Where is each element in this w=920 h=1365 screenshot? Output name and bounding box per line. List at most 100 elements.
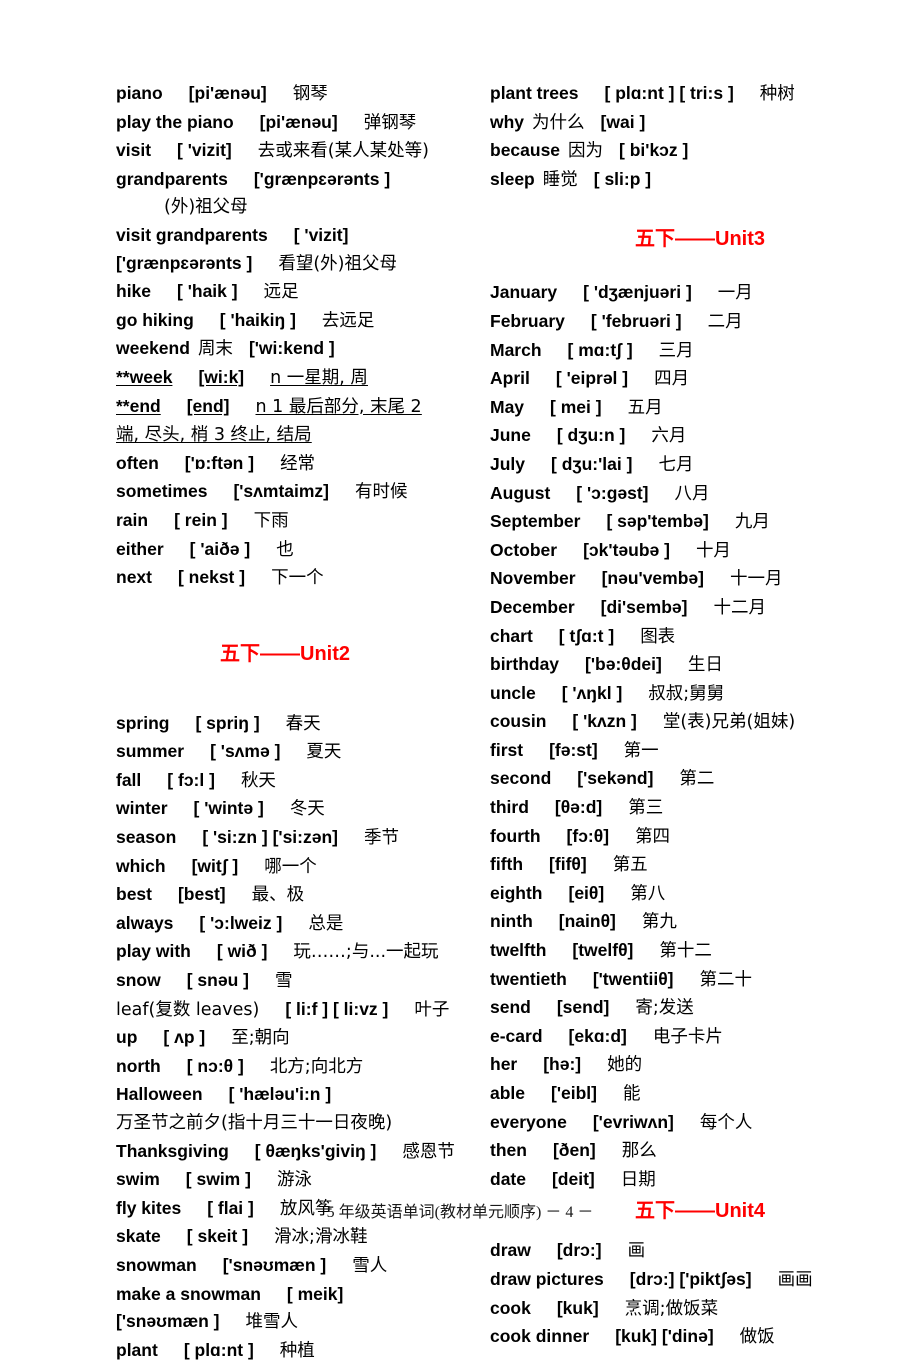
vocab-phonetic: [ səp'tembə] [606,511,709,532]
vocab-word: north [116,1055,161,1076]
vocab-meaning: 第十二 [659,941,712,962]
vocab-phonetic: [kuk] [556,1297,599,1318]
vocab-phonetic: [ li:f ] [ li:vz ] [285,998,389,1019]
vocab-phonetic: [best] [177,884,226,905]
vocab-word: able [490,1083,526,1103]
vocab-entry: snow [ snəu ] 雪 [116,967,454,996]
vocab-meaning: 第五 [612,855,648,876]
vocab-entry: sleep 睡觉 [ sli:p ] [490,166,910,195]
vocab-meaning: 第二 [679,769,715,790]
vocab-phonetic: [ plɑ:nt ] [ tri:s ] [604,83,734,103]
vocab-phonetic: ['evriwʌn] [592,1111,674,1132]
vocab-meaning: 画 [627,1241,646,1262]
vocab-meaning: 她的 [607,1055,643,1076]
vocab-entry: sometimes ['sʌmtaimz] 有时候 [116,478,454,507]
vocab-entry: leaf(复数 leaves) [ li:f ] [ li:vz ] 叶子 [116,996,454,1025]
vocab-phonetic: [ 'dʒænjuəri ] [583,282,692,303]
vocab-word: August [490,482,551,503]
vocab-phonetic: [ekɑ:d] [568,1025,627,1046]
vocab-meaning: (外)祖父母 [164,197,248,218]
vocab-word: plant [116,1339,158,1360]
vocab-entry: cook dinner [kuk] ['dinə] 做饭 [490,1323,910,1352]
vocab-phonetic: ['twentiiθ] [592,968,674,989]
vocab-meaning: 万圣节之前夕(指十月三十一日夜晚) [116,1113,393,1133]
vocab-entry: 端, 尽头, 梢 3 终止, 结局 [116,421,454,450]
vocab-word: because [490,140,561,161]
vocab-phonetic: [end] [186,395,230,416]
vocab-phonetic: ['sekənd] [577,768,654,789]
vocab-meaning: 电子卡片 [652,1026,723,1047]
vocab-word: May [490,396,525,417]
unit3-heading-en: ——Unit3 [675,228,765,251]
vocab-meaning: 叶子 [414,999,450,1020]
vocab-meaning: 周末 [197,339,233,360]
vocab-phonetic: [hə:] [543,1054,582,1075]
vocab-entry: everyone ['evriwʌn] 每个人 [490,1109,910,1138]
vocab-entry: **week [wi:k] n 一星期, 周 [116,364,454,393]
vocab-phonetic: [fifθ] [549,854,587,875]
vocab-meaning: 第四 [635,826,671,847]
vocab-phonetic: [ mɑ:tʃ ] [567,339,633,360]
vocab-meaning: 种植 [279,1340,315,1361]
vocab-phonetic: [ snəu ] [186,970,249,991]
vocab-phonetic: [wi:k] [198,366,245,387]
vocab-word: fifth [490,854,524,875]
vocab-phonetic: [ nekst ] [177,567,246,588]
vocab-phonetic: [ðen] [552,1140,596,1161]
vocab-phonetic: [ tʃɑ:t ] [558,625,615,646]
vocab-phonetic: [ 'hæləu'i:n ] [228,1084,332,1105]
vocab-phonetic: [ 'februəri ] [590,310,682,331]
vocab-phonetic: ['wi:kend ] [248,338,335,359]
vocab-entry: June [ dʒu:n ] 六月 [490,422,910,451]
vocab-meaning: 总是 [308,913,344,934]
vocab-entry: eighth [eiθ] 第八 [490,880,910,909]
vocab-word: visit [116,140,152,161]
vocab-entry: which [witʃ ] 哪一个 [116,853,454,882]
vocab-entry: often ['ɒ:ftən ] 经常 [116,450,454,479]
vocab-meaning: 第三 [628,798,664,819]
vocab-word: play with [116,941,191,962]
vocab-entry: plant trees [ plɑ:nt ] [ tri:s ] 种树 [490,80,910,109]
vocab-word: draw pictures [490,1268,604,1289]
vocab-phonetic: [ wið ] [216,941,268,962]
vocab-phonetic: [ 'eiprəl ] [555,368,629,389]
vocab-entry: August [ 'ɔ:gəst] 八月 [490,480,910,509]
vocab-entry: always [ 'ɔ:lweiz ] 总是 [116,910,454,939]
vocab-list-unit2: spring [ spriŋ ] 春天 summer [ 'sʌmə ] 夏天 fall [ … [116,710,455,1365]
vocab-entry: send [send] 寄;发送 [490,994,910,1023]
vocab-entry: best [best] 最、极 [116,881,454,910]
vocab-meaning: 经常 [280,453,316,474]
vocab-entry: draw [drɔ:] 画 [490,1237,910,1266]
vocab-word: twentieth [490,968,567,989]
vocab-meaning: 下雨 [253,510,289,531]
vocab-meaning: 四月 [654,369,690,390]
vocab-entry: her [hə:] 她的 [490,1051,910,1080]
vocab-entry: second ['sekənd] 第二 [490,765,910,794]
vocab-entry: fall [ fɔ:l ] 秋天 [116,767,454,796]
vocab-word: sleep [490,168,535,189]
vocab-phonetic: [ rein ] [174,509,228,530]
vocab-word: piano [116,83,163,103]
vocab-word: January [490,282,558,303]
vocab-phonetic: [ sli:p ] [593,168,652,189]
vocab-entry: why 为什么 [wai ] [490,109,910,138]
vocab-meaning: 每个人 [699,1112,753,1133]
vocab-meaning: 十二月 [713,597,766,618]
vocab-entry: May [ mei ] 五月 [490,394,910,423]
vocab-entry: able ['eibl] 能 [490,1080,910,1109]
vocab-word: chart [490,625,533,646]
left-column: piano [pi'ænəu] 钢琴 play the piano [pi'ænəu] 弹… [0,80,460,1365]
vocab-entry: draw pictures [drɔ:] ['piktʃəs] 画画 [490,1266,910,1295]
vocab-phonetic: [fɔ:θ] [566,825,610,846]
vocab-meaning: 六月 [651,426,687,447]
vocab-phonetic: [ θæŋks'giviŋ ] [254,1140,377,1161]
vocab-phonetic: [ 'haikiŋ ] [219,309,296,330]
vocab-word: spring [116,712,170,733]
vocab-meaning: 第九 [641,912,677,933]
vocab-word: skate [116,1226,161,1247]
vocab-meaning: 远足 [263,282,299,303]
vocab-meaning: 能 [623,1084,641,1104]
vocab-meaning: 第八 [630,883,666,904]
